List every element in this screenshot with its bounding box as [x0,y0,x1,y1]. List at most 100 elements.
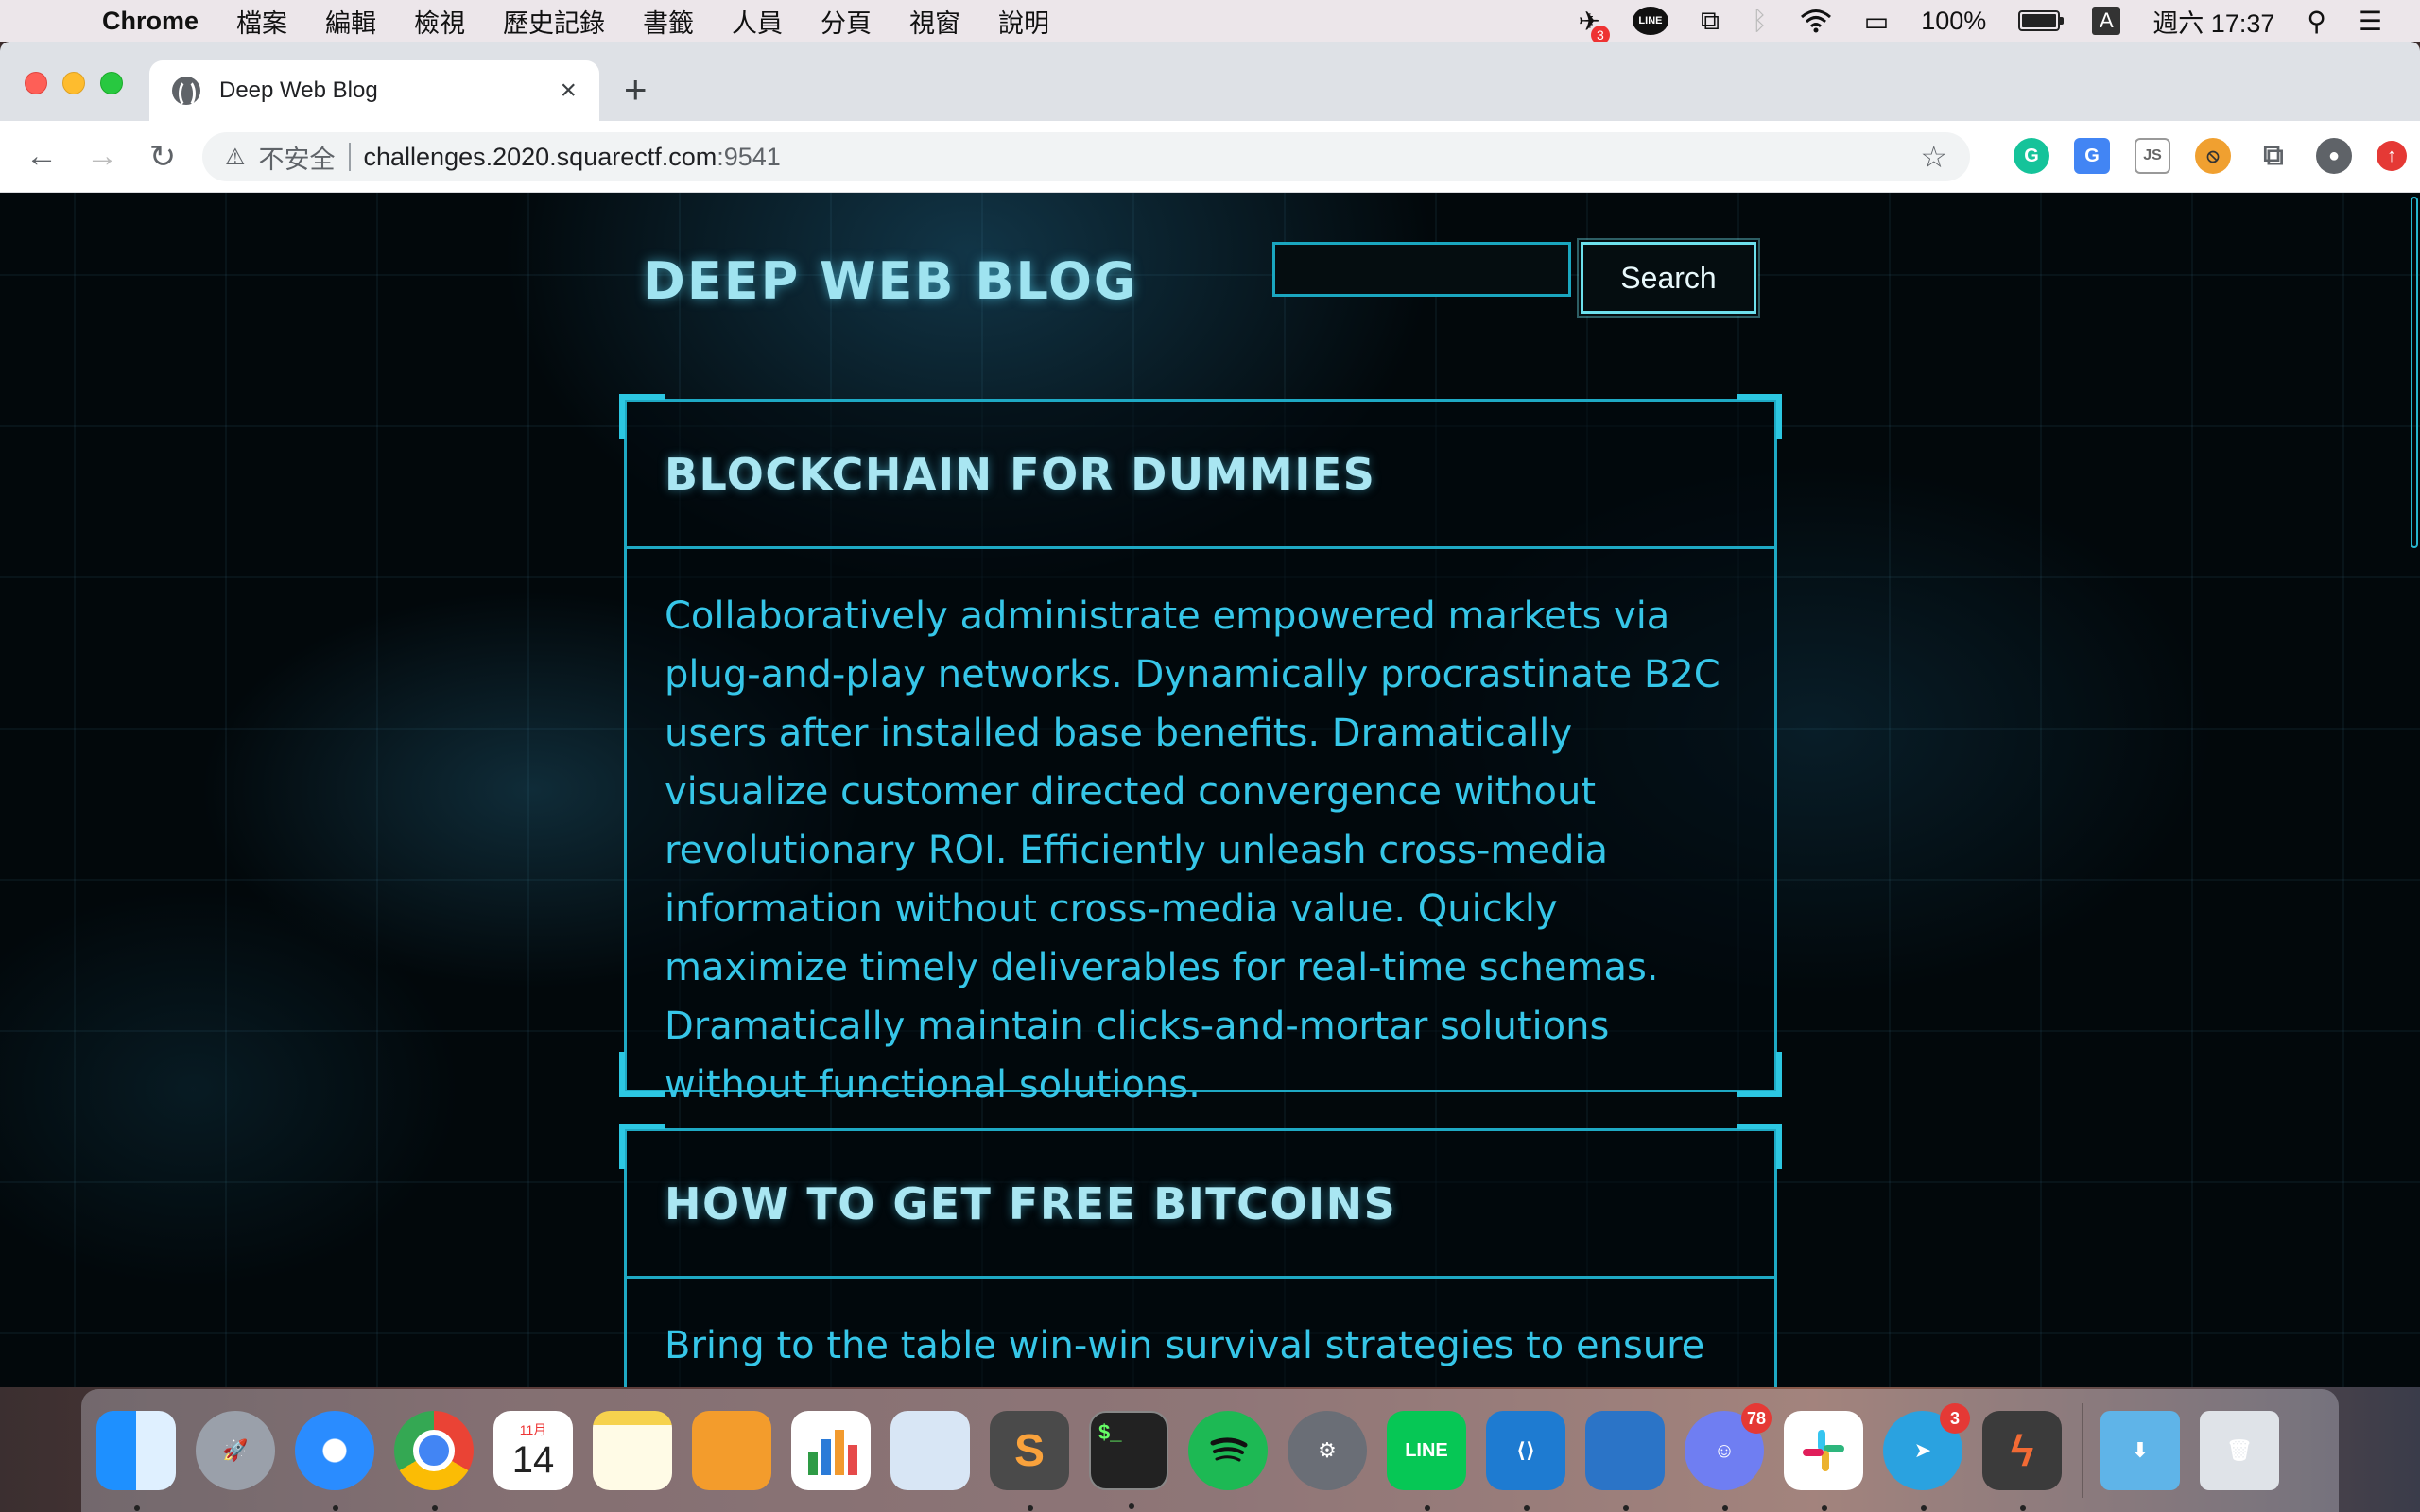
minimize-window-button[interactable] [62,72,85,94]
chrome-icon[interactable] [394,1411,474,1511]
notification-icon[interactable]: ✈ 3 [1578,6,1610,44]
menu-bookmarks[interactable]: 書籤 [643,3,694,40]
page-viewport: DEEP WEB BLOG Search BLOCKCHAIN FOR DUMM… [0,193,2420,1387]
clock[interactable]: 週六 17:37 [2152,3,2274,40]
battery-icon[interactable] [2018,10,2065,31]
tab-title: Deep Web Blog [219,77,378,103]
vmware-icon[interactable] [1585,1411,1665,1511]
wifi-icon[interactable] [1800,9,1832,33]
warning-icon[interactable]: ⚠ [225,144,246,171]
menu-edit[interactable]: 編輯 [325,3,376,40]
close-window-button[interactable] [25,72,47,94]
bluetooth-icon[interactable]: ᛒ [1752,6,1768,36]
slack-icon[interactable] [1784,1411,1863,1511]
airplay-icon[interactable]: ▭ [1864,6,1889,37]
extensions-area: G G JS ⦸ ⧉ ● ↑ [2014,138,2407,174]
omnibox-divider [348,143,351,171]
scrollbar-thumb[interactable] [2411,197,2418,548]
battery-percent[interactable]: 100% [1921,7,1986,36]
tab-deep-web-blog[interactable]: Deep Web Blog × [149,60,599,121]
card-corner [1737,394,1782,439]
input-source-icon[interactable]: A [2092,7,2121,35]
security-label[interactable]: 不安全 [259,139,336,176]
numbers-icon[interactable] [791,1411,871,1490]
sublime-text-icon[interactable]: S [990,1411,1069,1511]
safari-icon[interactable] [295,1411,374,1511]
telegram-badge: 3 [1940,1403,1970,1434]
vscode-icon[interactable]: ⟨⟩ [1486,1411,1565,1511]
window-controls [25,72,123,94]
dock-separator [2082,1403,2083,1498]
burp-suite-icon[interactable]: ϟ [1982,1411,2062,1511]
launchpad-icon[interactable]: 🚀 [196,1411,275,1490]
menu-app-chrome[interactable]: Chrome [102,7,199,36]
keynote-icon[interactable] [890,1411,970,1490]
pages-icon[interactable] [692,1411,771,1490]
search-input[interactable] [1272,242,1571,297]
address-bar[interactable]: ⚠ 不安全 challenges.2020.squarectf.com :954… [202,132,1970,181]
spotify-icon[interactable] [1188,1411,1268,1490]
menu-tab[interactable]: 分頁 [821,3,872,40]
menu-bar: Chrome 檔案 編輯 檢視 歷史記錄 書籤 人員 分頁 視窗 說明 ✈ 3 L… [0,0,2420,44]
discord-badge: 78 [1740,1403,1772,1434]
maximize-window-button[interactable] [100,72,123,94]
reload-button[interactable]: ↻ [144,138,182,176]
post-title: BLOCKCHAIN FOR DUMMIES [627,402,1774,549]
menu-people[interactable]: 人員 [732,3,783,40]
terminal-icon[interactable]: $_ [1089,1411,1168,1509]
menu-history[interactable]: 歷史記錄 [503,3,605,40]
menu-window[interactable]: 視窗 [909,3,960,40]
grammarly-extension-icon[interactable]: G [2014,138,2049,174]
search-button[interactable]: Search [1581,242,1756,314]
block-extension-icon[interactable]: ⦸ [2195,138,2231,174]
notes-icon[interactable] [593,1411,672,1490]
globe-icon [172,77,200,108]
trash-icon[interactable]: 🗑 [2200,1411,2279,1490]
card-corner [619,394,665,439]
discord-icon[interactable]: ☺ 78 [1685,1403,1772,1511]
spotlight-search-icon[interactable]: ⚲ [2307,6,2326,37]
card-corner [1737,1052,1782,1097]
dock: 🚀 11月 14 S $_ ⚙ LINE ⟨⟩ ☺ 78 ➤ 3 ϟ ⬇ 🗑 [81,1389,2339,1512]
notification-center-icon[interactable]: ☰ [2359,6,2382,37]
status-area: ✈ 3 LINE ⧉ ᛒ ▭ 100% A 週六 17:37 ⚲ ☰ [1578,3,2382,44]
page-scrollbar[interactable] [2405,193,2420,1387]
screen-capture-icon[interactable]: ⧉ [1701,6,1720,37]
calendar-icon[interactable]: 11月 14 [493,1411,573,1490]
js-extension-icon[interactable]: JS [2135,138,2170,174]
calendar-day: 14 [511,1438,555,1481]
account-avatar-icon[interactable]: ● [2316,138,2352,174]
post-card: BLOCKCHAIN FOR DUMMIES Collaboratively a… [619,394,1782,1107]
system-preferences-icon[interactable]: ⚙ [1288,1411,1367,1490]
back-button[interactable]: ← [23,138,60,175]
tab-strip: Deep Web Blog × + [0,42,2420,121]
bookmark-star-icon[interactable]: ☆ [1920,139,1947,175]
terminal-prompt: $_ [1098,1420,1122,1444]
finder-icon[interactable] [96,1411,176,1511]
card-corner [619,1124,665,1169]
translate-extension-icon[interactable]: G [2074,138,2110,174]
post-card: HOW TO GET FREE BITCOINS Bring to the ta… [619,1124,1782,1387]
site-title: DEEP WEB BLOG [643,251,1138,311]
url-host[interactable]: challenges.2020.squarectf.com [364,143,717,172]
extensions-puzzle-icon[interactable]: ⧉ [2256,138,2291,174]
line-status-icon[interactable]: LINE [1632,7,1668,35]
battery-fill [2022,14,2057,27]
line-app-icon[interactable]: LINE [1387,1411,1466,1511]
tab-close-icon[interactable]: × [560,75,577,107]
menu-file[interactable]: 檔案 [236,3,287,40]
browser-toolbar: ← → ↻ ⚠ 不安全 challenges.2020.squarectf.co… [0,121,2420,193]
menu-view[interactable]: 檢視 [414,3,465,40]
downloads-folder-icon[interactable]: ⬇ [2100,1411,2180,1490]
new-tab-button[interactable]: + [624,70,648,110]
telegram-icon[interactable]: ➤ 3 [1883,1403,1970,1511]
calendar-month: 11月 [519,1421,547,1437]
post-body: Bring to the table win-win survival stra… [665,1324,1705,1387]
update-arrow-icon[interactable]: ↑ [2377,141,2407,171]
menu-help[interactable]: 說明 [998,3,1049,40]
post-body: Collaboratively administrate empowered m… [665,594,1720,1107]
post-title: HOW TO GET FREE BITCOINS [627,1131,1774,1279]
url-port[interactable]: :9541 [717,143,781,172]
card-corner [1737,1124,1782,1169]
forward-button[interactable]: → [83,138,121,175]
